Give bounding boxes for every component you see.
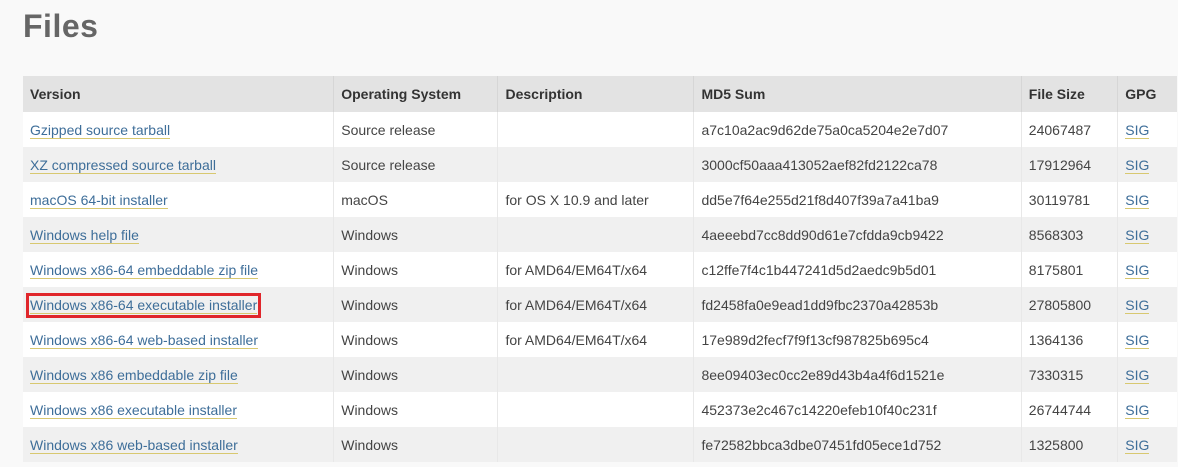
size-cell: 1325800 xyxy=(1020,427,1118,462)
gpg-sig-link[interactable]: SIG xyxy=(1125,191,1150,209)
description-cell: for AMD64/EM64T/x64 xyxy=(497,287,694,322)
download-link[interactable]: Windows x86-64 embeddable zip file xyxy=(30,261,259,279)
os-cell: Windows xyxy=(333,392,498,427)
os-cell: Windows xyxy=(333,217,498,252)
gpg-sig-link[interactable]: SIG xyxy=(1125,226,1150,244)
description-cell: for AMD64/EM64T/x64 xyxy=(497,252,694,287)
description-cell xyxy=(497,427,694,462)
table-row: Windows help file Windows 4aeeebd7cc8dd9… xyxy=(23,217,1177,252)
column-header-os: Operating System xyxy=(333,76,498,112)
column-header-gpg: GPG xyxy=(1117,76,1177,112)
column-header-size: File Size xyxy=(1020,76,1118,112)
table-row: Windows x86-64 executable installer Wind… xyxy=(23,287,1177,322)
download-link[interactable]: Windows x86 embeddable zip file xyxy=(30,366,238,384)
gpg-sig-link[interactable]: SIG xyxy=(1125,331,1150,349)
description-cell xyxy=(497,147,694,182)
download-link[interactable]: Gzipped source tarball xyxy=(30,121,171,139)
column-header-version: Version xyxy=(30,86,81,102)
md5-cell: 8ee09403ec0cc2e89d43b4a4f6d1521e xyxy=(693,357,1022,392)
md5-cell: 17e989d2fecf7f9f13cf987825b695c4 xyxy=(693,322,1022,357)
files-table: Version Operating System Description MD5… xyxy=(23,76,1177,462)
download-link[interactable]: Windows x86-64 web-based installer xyxy=(30,331,258,349)
gpg-sig-link[interactable]: SIG xyxy=(1125,121,1150,139)
size-cell: 1364136 xyxy=(1020,322,1118,357)
md5-cell: fd2458fa0e9ead1dd9fbc2370a42853b xyxy=(693,287,1022,322)
table-row: Windows x86-64 web-based installer Windo… xyxy=(23,322,1177,357)
md5-cell: 3000cf50aaa413052aef82fd2122ca78 xyxy=(693,147,1022,182)
table-row: Windows x86 executable installer Windows… xyxy=(23,392,1177,427)
page-title: Files xyxy=(23,8,99,44)
size-cell: 7330315 xyxy=(1020,357,1118,392)
table-row: Windows x86 web-based installer Windows … xyxy=(23,427,1177,462)
os-cell: Windows xyxy=(333,287,498,322)
md5-cell: a7c10a2ac9d62de75a0ca5204e2e7d07 xyxy=(693,112,1022,147)
size-cell: 8175801 xyxy=(1020,252,1118,287)
description-cell xyxy=(497,217,694,252)
description-cell xyxy=(497,357,694,392)
table-row: macOS 64-bit installer macOS for OS X 10… xyxy=(23,182,1177,217)
download-link[interactable]: Windows x86 executable installer xyxy=(30,401,237,419)
gpg-sig-link[interactable]: SIG xyxy=(1125,296,1150,314)
gpg-sig-link[interactable]: SIG xyxy=(1125,261,1150,279)
os-cell: Windows xyxy=(333,322,498,357)
column-header-md5: MD5 Sum xyxy=(693,76,1022,112)
os-cell: Windows xyxy=(333,427,498,462)
gpg-sig-link[interactable]: SIG xyxy=(1125,436,1150,454)
description-cell: for AMD64/EM64T/x64 xyxy=(497,322,694,357)
size-cell: 17912964 xyxy=(1020,147,1118,182)
download-link-highlighted[interactable]: Windows x86-64 executable installer xyxy=(25,292,262,318)
column-header-description: Description xyxy=(497,76,694,112)
table-row: Windows x86-64 embeddable zip file Windo… xyxy=(23,252,1177,287)
files-section: Files Version Operating System Descripti… xyxy=(0,0,1178,467)
table-row: XZ compressed source tarball Source rele… xyxy=(23,147,1177,182)
download-link[interactable]: XZ compressed source tarball xyxy=(30,156,216,174)
size-cell: 26744744 xyxy=(1020,392,1118,427)
gpg-sig-link[interactable]: SIG xyxy=(1125,366,1150,384)
md5-cell: c12ffe7f4c1b447241d5d2aedc9b5d01 xyxy=(693,252,1022,287)
md5-cell: fe72582bbca3dbe07451fd05ece1d752 xyxy=(693,427,1022,462)
size-cell: 24067487 xyxy=(1020,112,1118,147)
table-header-row: Version Operating System Description MD5… xyxy=(23,76,1177,112)
download-link[interactable]: Windows x86 web-based installer xyxy=(30,436,238,454)
gpg-sig-link[interactable]: SIG xyxy=(1125,156,1150,174)
os-cell: Windows xyxy=(333,252,498,287)
os-cell: Source release xyxy=(333,112,498,147)
md5-cell: 4aeeebd7cc8dd90d61e7cfdda9cb9422 xyxy=(693,217,1022,252)
os-cell: Source release xyxy=(333,147,498,182)
os-cell: macOS xyxy=(333,182,498,217)
os-cell: Windows xyxy=(333,357,498,392)
description-cell xyxy=(497,112,694,147)
size-cell: 8568303 xyxy=(1020,217,1118,252)
download-link[interactable]: Windows help file xyxy=(30,226,139,244)
size-cell: 30119781 xyxy=(1020,182,1118,217)
description-cell xyxy=(497,392,694,427)
table-row: Windows x86 embeddable zip file Windows … xyxy=(23,357,1177,392)
description-cell: for OS X 10.9 and later xyxy=(497,182,694,217)
download-link[interactable]: macOS 64-bit installer xyxy=(30,191,168,209)
table-row: Gzipped source tarball Source release a7… xyxy=(23,112,1177,147)
md5-cell: 452373e2c467c14220efeb10f40c231f xyxy=(693,392,1022,427)
gpg-sig-link[interactable]: SIG xyxy=(1125,401,1150,419)
md5-cell: dd5e7f64e255d21f8d407f39a7a41ba9 xyxy=(693,182,1022,217)
size-cell: 27805800 xyxy=(1020,287,1118,322)
